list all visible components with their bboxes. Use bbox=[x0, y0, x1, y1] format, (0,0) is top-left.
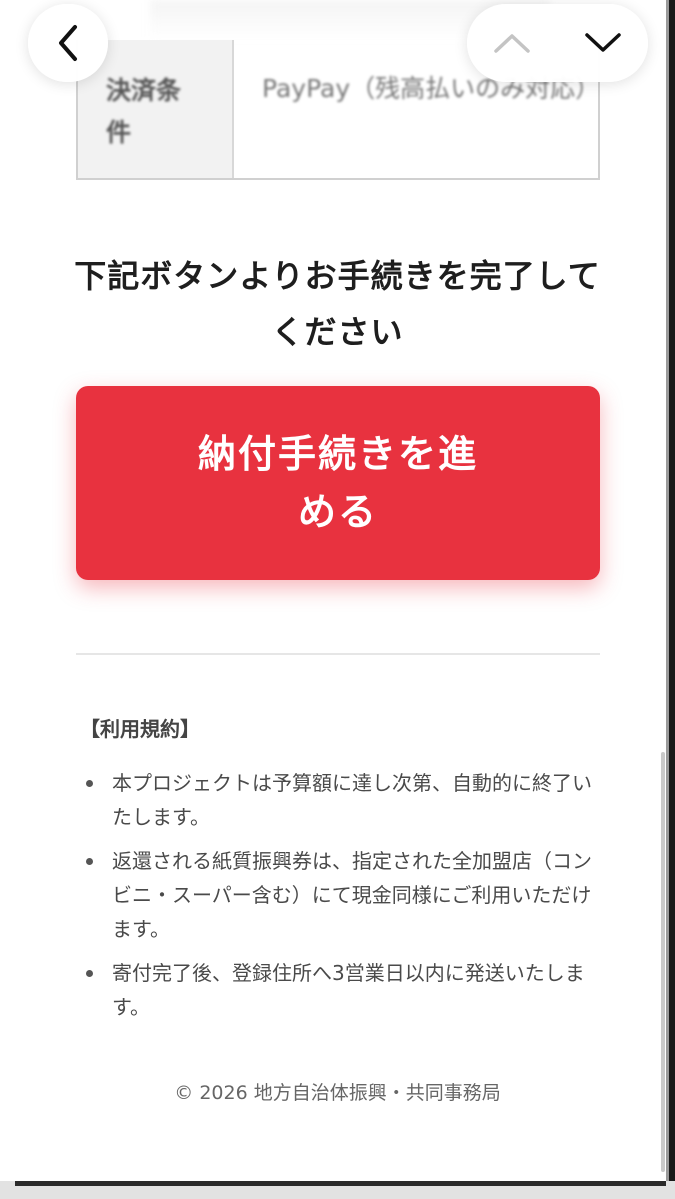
list-item: 本プロジェクトは予算額に達し次第、自動的に終了いたします。 bbox=[84, 766, 594, 834]
terms-title: 【利用規約】 bbox=[80, 717, 200, 741]
next-result-button[interactable] bbox=[558, 4, 648, 82]
divider bbox=[76, 653, 600, 655]
chevron-left-icon bbox=[59, 25, 77, 61]
back-button[interactable] bbox=[28, 4, 108, 82]
bullet-icon bbox=[86, 858, 93, 865]
copyright-footer: © 2026 地方自治体振興・共同事務局 bbox=[174, 1082, 501, 1104]
terms-list: 本プロジェクトは予算額に達し次第、自動的に終了いたします。 返還される紙質振興券… bbox=[84, 766, 594, 1034]
terms-item-text: 寄付完了後、登録住所へ3営業日以内に発送いたします。 bbox=[112, 961, 585, 1019]
chevron-up-icon bbox=[494, 34, 530, 53]
terms-item-text: 本プロジェクトは予算額に達し次第、自動的に終了いたします。 bbox=[112, 771, 592, 829]
previous-result-button[interactable] bbox=[467, 4, 557, 82]
window-frame-right bbox=[666, 0, 675, 1199]
scrollbar[interactable] bbox=[661, 752, 665, 1172]
instruction-text: 下記ボタンよりお手続きを完了してください bbox=[74, 257, 601, 351]
bullet-icon bbox=[86, 970, 93, 977]
chevron-down-icon bbox=[585, 33, 621, 52]
proceed-payment-label: 納付手続きを進める bbox=[197, 432, 478, 534]
terms-item-text: 返還される紙質振興券は、指定された全加盟店（コンビニ・スーパー含む）にて現金同様… bbox=[112, 849, 592, 941]
window-frame-bottom bbox=[0, 1181, 675, 1199]
payment-condition-label: 決済条件 bbox=[106, 76, 182, 147]
page: 決済条件 PayPay（残高払いのみ対応） 下記ボタンよりお手続きを完了してくだ… bbox=[0, 0, 675, 1199]
list-item: 返還される紙質振興券は、指定された全加盟店（コンビニ・スーパー含む）にて現金同様… bbox=[84, 844, 594, 946]
list-item: 寄付完了後、登録住所へ3営業日以内に発送いたします。 bbox=[84, 956, 594, 1024]
proceed-payment-button[interactable]: 納付手続きを進める bbox=[76, 386, 600, 580]
result-navigation bbox=[467, 4, 648, 82]
bullet-icon bbox=[86, 780, 93, 787]
